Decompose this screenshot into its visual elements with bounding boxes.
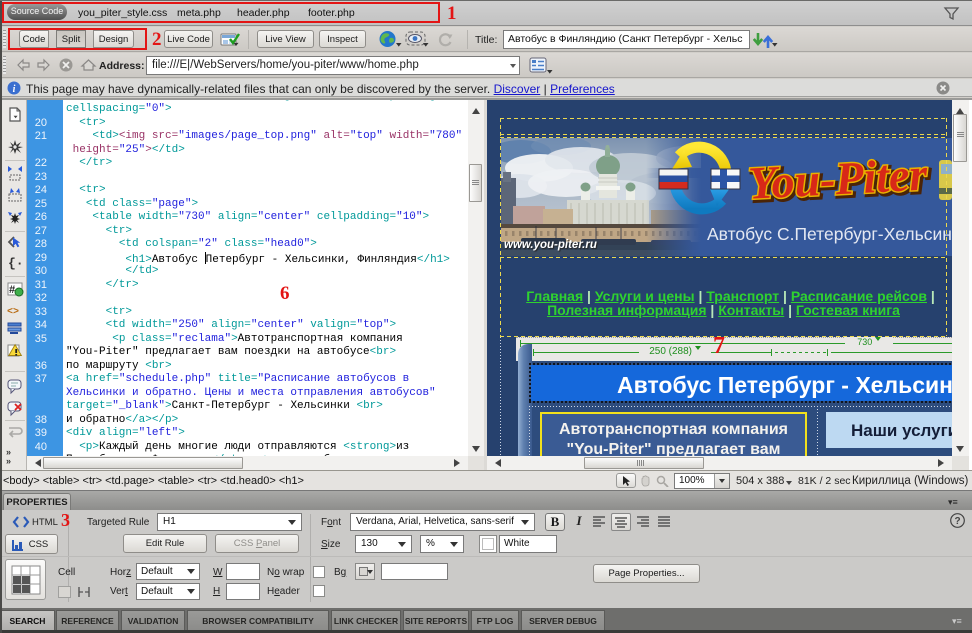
svg-text:#: #: [9, 284, 15, 296]
svg-text:?: ?: [954, 516, 960, 527]
svg-text:i: i: [13, 84, 16, 95]
svg-text:<>: <>: [7, 307, 19, 316]
svg-text:You-Piter: You-Piter: [747, 151, 929, 209]
svg-text:{·}: {·}: [8, 256, 24, 271]
